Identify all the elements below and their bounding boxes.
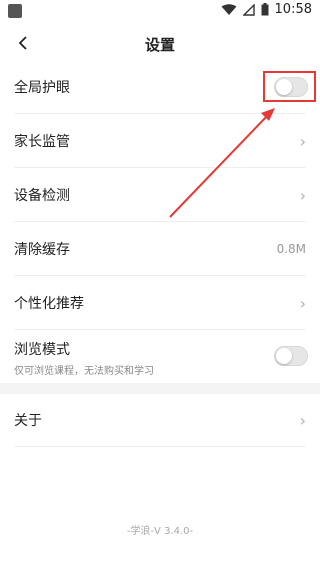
setting-label: 清除缓存 — [14, 242, 70, 258]
divider — [14, 446, 306, 447]
signal-icon — [242, 3, 255, 16]
chevron-right-icon: › — [299, 293, 306, 313]
highlight-box — [263, 71, 316, 102]
setting-label: 家长监管 — [14, 134, 70, 150]
status-time: 10:58 — [274, 2, 312, 17]
divider — [14, 329, 306, 330]
divider — [14, 167, 306, 168]
browse-mode-toggle[interactable] — [274, 346, 308, 366]
cache-size-value: 0.8M — [276, 242, 306, 256]
page-title: 设置 — [144, 36, 175, 54]
divider — [14, 113, 306, 114]
setting-label: 关于 — [14, 413, 42, 429]
status-icons: 10:58 — [221, 2, 312, 17]
divider — [14, 221, 306, 222]
setting-row-device-check[interactable]: 设备检测 › — [0, 174, 320, 216]
app-notification-icon — [8, 4, 22, 18]
setting-row-personalized[interactable]: 个性化推荐 › — [0, 282, 320, 324]
setting-label: 全局护眼 — [14, 80, 70, 96]
setting-row-clear-cache[interactable]: 清除缓存 0.8M — [0, 228, 320, 270]
wifi-icon — [221, 3, 237, 15]
setting-row-about[interactable]: 关于 › — [0, 398, 320, 442]
nav-bar: 设置 — [0, 26, 320, 60]
setting-sublabel: 仅可浏览课程，无法购买和学习 — [14, 366, 154, 377]
setting-label: 个性化推荐 — [14, 296, 84, 312]
setting-label: 浏览模式 — [14, 342, 70, 358]
version-text: -学浪-V 3.4.0- — [126, 526, 194, 537]
divider — [14, 275, 306, 276]
toggle-knob — [276, 348, 292, 364]
chevron-right-icon: › — [299, 131, 306, 151]
chevron-right-icon: › — [299, 185, 306, 205]
chevron-right-icon: › — [299, 410, 306, 430]
battery-icon — [261, 3, 269, 16]
section-separator — [0, 383, 320, 394]
setting-row-browse-mode: 浏览模式 仅可浏览课程，无法购买和学习 — [0, 336, 320, 380]
status-bar: 10:58 — [0, 0, 320, 24]
setting-label: 设备检测 — [14, 188, 70, 204]
browse-mode-text: 浏览模式 仅可浏览课程，无法购买和学习 — [14, 339, 154, 377]
setting-row-parental[interactable]: 家长监管 › — [0, 120, 320, 162]
